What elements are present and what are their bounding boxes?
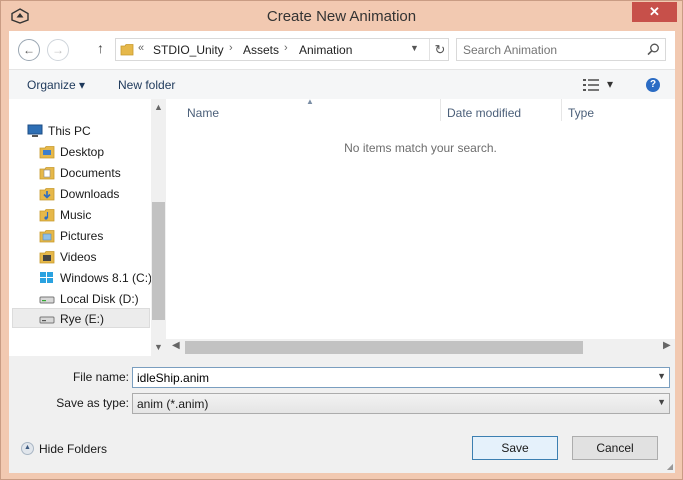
file-list[interactable]: ▲ Name Date modified Type No items match… bbox=[166, 97, 675, 356]
hide-folders-toggle[interactable]: ▲ Hide Folders bbox=[21, 442, 107, 456]
scroll-right-icon[interactable]: ▶ bbox=[663, 340, 671, 351]
scrollbar-thumb[interactable] bbox=[185, 341, 583, 354]
dialog-window: Create New Animation ✕ ← → ↑ « STDIO_Uni… bbox=[0, 0, 683, 480]
folder-pictures-icon bbox=[39, 229, 55, 243]
folder-icon bbox=[39, 145, 55, 159]
tree-item-desktop[interactable]: Desktop bbox=[39, 142, 104, 162]
tree-item-this-pc[interactable]: This PC bbox=[27, 121, 91, 141]
file-name-input[interactable] bbox=[137, 370, 637, 385]
tree-item-videos[interactable]: Videos bbox=[39, 247, 96, 267]
close-button[interactable]: ✕ bbox=[632, 2, 677, 22]
folder-music-icon bbox=[39, 208, 55, 222]
tree-item-label: Desktop bbox=[60, 145, 105, 159]
tree-item-label: This PC bbox=[48, 124, 91, 138]
breadcrumb-chevron: › bbox=[284, 42, 288, 54]
breadcrumb-assets[interactable]: Assets bbox=[243, 43, 279, 57]
browser-body: This PC Desktop Documents Downloads Musi… bbox=[9, 97, 675, 356]
view-dropdown-icon[interactable]: ▾ bbox=[607, 77, 613, 91]
address-dropdown-icon[interactable]: ▼ bbox=[410, 43, 419, 53]
save-button[interactable]: Save bbox=[472, 436, 558, 460]
folder-documents-icon bbox=[39, 166, 55, 180]
column-header-date-modified[interactable]: Date modified bbox=[447, 106, 521, 120]
drive-icon bbox=[39, 316, 55, 324]
scrollbar-thumb[interactable] bbox=[152, 202, 165, 320]
chevron-down-icon[interactable]: ▼ bbox=[657, 397, 666, 407]
resize-grip[interactable]: ◢ bbox=[667, 462, 673, 471]
column-divider[interactable] bbox=[561, 99, 562, 121]
tree-item-label: Videos bbox=[60, 250, 97, 264]
tree-item-label: Downloads bbox=[60, 187, 120, 201]
back-button[interactable]: ← bbox=[18, 39, 40, 61]
chevron-up-icon: ▲ bbox=[21, 442, 34, 456]
hide-folders-label: Hide Folders bbox=[39, 442, 108, 456]
save-as-type-label: Save as type: bbox=[56, 396, 129, 410]
horizontal-scrollbar[interactable]: ◀ ▶ bbox=[166, 339, 675, 356]
tree-item-label: Rye (E:) bbox=[60, 312, 105, 326]
chevron-down-icon[interactable]: ▼ bbox=[657, 371, 666, 381]
tree-item-label: Documents bbox=[60, 166, 121, 180]
breadcrumb-stdio-unity[interactable]: STDIO_Unity bbox=[153, 43, 224, 57]
forward-button[interactable]: → bbox=[47, 39, 69, 61]
computer-icon bbox=[27, 124, 43, 137]
file-name-combobox[interactable]: ▼ bbox=[132, 367, 670, 388]
folder-download-icon bbox=[39, 187, 55, 201]
refresh-button[interactable]: ↻ bbox=[429, 39, 450, 60]
navigation-pane[interactable]: This PC Desktop Documents Downloads Musi… bbox=[9, 99, 166, 356]
drive-icon bbox=[39, 296, 55, 304]
tree-item-label: Pictures bbox=[60, 229, 104, 243]
file-name-label: File name: bbox=[72, 370, 129, 384]
help-button[interactable]: ? bbox=[646, 78, 660, 92]
breadcrumb-chevron: › bbox=[229, 42, 233, 54]
command-bar: Organize ▾ New folder ▾ ? bbox=[9, 69, 675, 100]
search-icon[interactable] bbox=[647, 43, 660, 56]
tree-item-windows-drive[interactable]: Windows 8.1 (C:) bbox=[39, 268, 152, 288]
folder-icon bbox=[120, 44, 134, 56]
search-input[interactable] bbox=[463, 41, 633, 58]
save-panel: File name: ▼ Save as type: anim (*.anim)… bbox=[9, 356, 675, 473]
organize-button[interactable]: Organize ▾ bbox=[27, 78, 85, 92]
search-box[interactable] bbox=[456, 38, 666, 61]
navigation-scrollbar[interactable]: ▲ ▼ bbox=[151, 99, 166, 356]
scroll-left-icon[interactable]: ◀ bbox=[172, 340, 180, 351]
tree-item-rye[interactable]: Rye (E:) bbox=[12, 308, 150, 328]
breadcrumb-overflow[interactable]: « bbox=[138, 42, 144, 54]
title-bar[interactable]: Create New Animation ✕ bbox=[1, 1, 682, 31]
tree-item-label: Music bbox=[60, 208, 92, 222]
new-folder-button[interactable]: New folder bbox=[118, 78, 175, 92]
folder-videos-icon bbox=[39, 250, 55, 264]
column-header-type[interactable]: Type bbox=[568, 106, 594, 120]
tree-item-label: Local Disk (D:) bbox=[60, 292, 139, 306]
windows-drive-icon bbox=[40, 271, 53, 283]
tree-item-documents[interactable]: Documents bbox=[39, 163, 121, 183]
scroll-up-icon[interactable]: ▲ bbox=[154, 102, 163, 112]
breadcrumb-animation[interactable]: Animation bbox=[299, 43, 352, 57]
address-bar[interactable]: « STDIO_Unity › Assets › Animation ▼ ↻ bbox=[115, 38, 449, 61]
column-divider[interactable] bbox=[440, 99, 441, 121]
view-options-icon[interactable] bbox=[583, 79, 599, 91]
tree-item-local-disk[interactable]: Local Disk (D:) bbox=[39, 289, 139, 309]
up-button[interactable]: ↑ bbox=[97, 40, 104, 56]
save-as-type-select[interactable]: anim (*.anim) ▼ bbox=[132, 393, 670, 414]
scroll-down-icon[interactable]: ▼ bbox=[154, 342, 163, 352]
navigation-bar: ← → ↑ « STDIO_Unity › Assets › Animation… bbox=[9, 31, 675, 69]
tree-item-pictures[interactable]: Pictures bbox=[39, 226, 103, 246]
empty-message: No items match your search. bbox=[344, 141, 497, 155]
column-header-name[interactable]: Name bbox=[187, 106, 219, 120]
tree-item-label: Windows 8.1 (C:) bbox=[60, 271, 153, 285]
dialog-client: ← → ↑ « STDIO_Unity › Assets › Animation… bbox=[9, 31, 675, 473]
tree-item-music[interactable]: Music bbox=[39, 205, 91, 225]
save-as-type-value: anim (*.anim) bbox=[137, 397, 209, 411]
cancel-button[interactable]: Cancel bbox=[572, 436, 658, 460]
tree-item-downloads[interactable]: Downloads bbox=[39, 184, 119, 204]
window-title: Create New Animation bbox=[266, 8, 417, 25]
sort-ascending-icon: ▲ bbox=[306, 97, 314, 106]
